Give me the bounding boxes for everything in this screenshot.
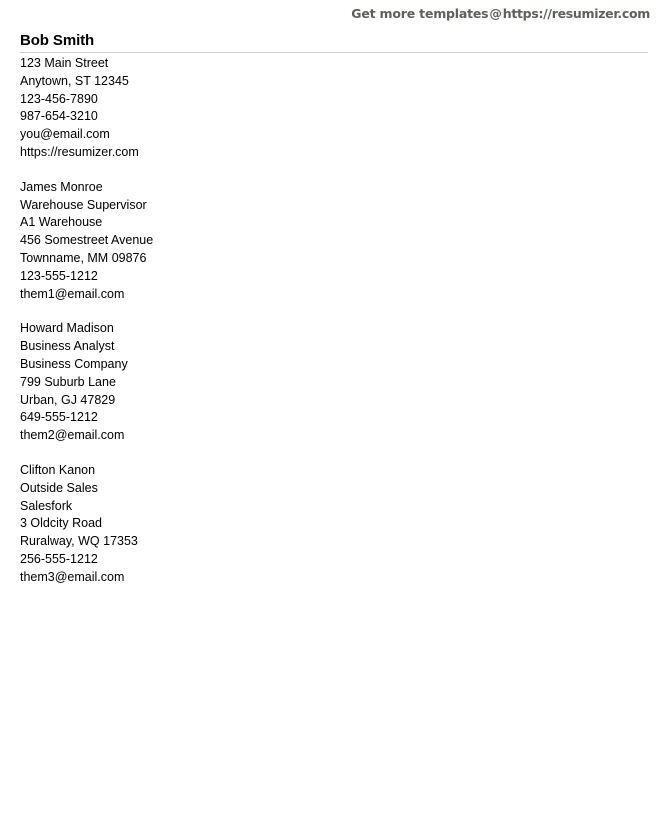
reference-line: A1 Warehouse — [20, 215, 103, 230]
reference-line: James Monroe — [20, 179, 103, 194]
reference-line: them2@email.com — [20, 428, 125, 443]
at-sign-icon: @ — [489, 5, 502, 21]
reference-line: Warehouse Supervisor — [20, 197, 147, 212]
reference-line: Urban, GJ 47829 — [20, 392, 116, 407]
reference-line: them1@email.com — [20, 286, 125, 301]
contact-block: 123 Main Street Anytown, ST 12345 123-45… — [20, 55, 648, 162]
reference-line: Clifton Kanon — [20, 462, 96, 477]
contact-line: 123 Main Street — [20, 56, 109, 70]
reference-line: Howard Madison — [20, 321, 114, 336]
contact-line: 987-654-3210 — [20, 109, 98, 124]
contact-line: 123-456-7890 — [20, 91, 98, 106]
reference-line: Outside Sales — [20, 480, 98, 495]
reference-block: Howard Madison Business Analyst Business… — [20, 320, 648, 445]
reference-line: Salesfork — [20, 498, 73, 513]
contact-line: Anytown, ST 12345 — [20, 73, 129, 88]
reference-line: Ruralway, WQ 17353 — [20, 534, 138, 549]
contact-line: https://resumizer.com — [20, 144, 139, 159]
reference-line: 256-555-1212 — [20, 551, 98, 566]
promo-url-link[interactable]: https://resumizer.com — [503, 6, 651, 21]
reference-line: Business Analyst — [20, 339, 115, 354]
page-title: Bob Smith — [20, 32, 95, 49]
reference-line: Townname, MM 09876 — [20, 250, 147, 265]
reference-line: 649-555-1212 — [20, 410, 98, 425]
contact-line: you@email.com — [20, 127, 110, 142]
promo-header: Get more templates@https://resumizer.com — [0, 0, 664, 26]
reference-line: 3 Oldcity Road — [20, 516, 102, 531]
reference-line: them3@email.com — [20, 569, 125, 584]
reference-block: Clifton Kanon Outside Sales Salesfork 3 … — [20, 462, 648, 587]
promo-header-text: Get more templates@https://resumizer.com — [351, 6, 650, 21]
resume-references-document: Bob Smith 123 Main Street Anytown, ST 12… — [20, 32, 648, 587]
reference-line: 456 Somestreet Avenue — [20, 233, 154, 248]
promo-lead-label: Get more templates — [351, 5, 489, 21]
reference-line: 123-555-1212 — [20, 268, 98, 283]
reference-line: Business Company — [20, 356, 128, 371]
reference-line: 799 Suburb Lane — [20, 374, 116, 389]
reference-block: James Monroe Warehouse Supervisor A1 War… — [20, 179, 648, 304]
title-divider — [20, 52, 648, 53]
